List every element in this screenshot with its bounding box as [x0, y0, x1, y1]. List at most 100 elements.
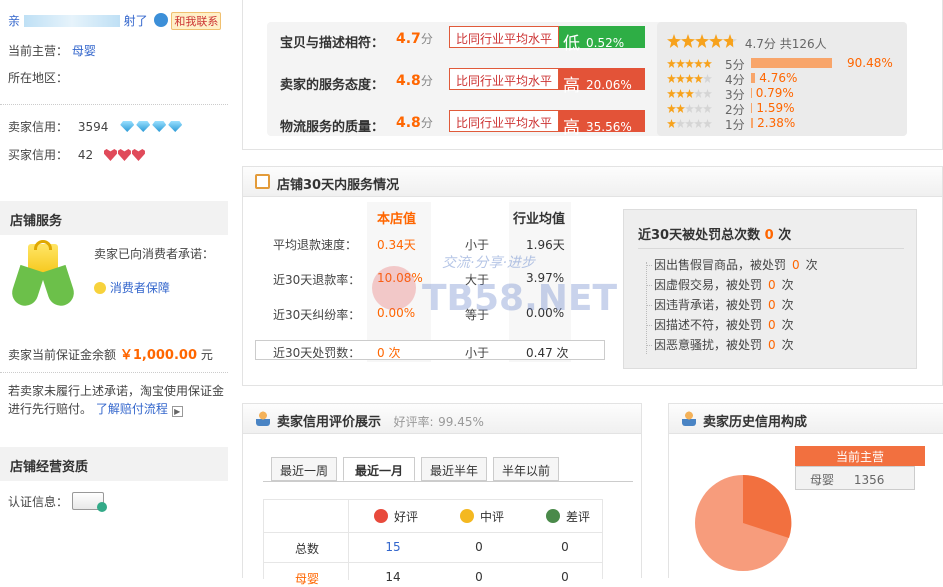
diamond-icon	[136, 121, 151, 132]
star-icon	[667, 104, 676, 113]
distribution-row: 1分 2.38%	[667, 116, 903, 132]
eval-col-header: 中评	[447, 508, 517, 525]
service-panel: 店铺30天内服务情况 本店值 行业均值 平均退款速度： 0.34天 小于 1.96天近…	[242, 166, 943, 386]
penalty-reason: 因恶意骚扰，被处罚	[654, 338, 763, 352]
diamond-icon	[152, 121, 167, 132]
penalty-count: 0	[768, 338, 776, 352]
industry-compare-value: 低 0.52%	[559, 26, 645, 54]
eval-col-header: 差评	[533, 508, 603, 525]
penalty-row: 因描述不符，被处罚 0 次	[646, 316, 794, 333]
greet-prefix: 亲	[8, 14, 21, 28]
row-stars	[667, 117, 712, 131]
rating-score-unit: 分	[420, 74, 433, 88]
penalty-count: 0	[792, 258, 800, 272]
summary-header: 4.7分 共126人	[667, 34, 827, 52]
protection-row: 消费者保障	[94, 279, 170, 296]
service-industry-value: 3.97%	[526, 271, 565, 285]
period-tab[interactable]: 最近一周	[271, 457, 337, 481]
id-card-icon[interactable]	[71, 492, 107, 512]
row-stars	[667, 87, 712, 101]
penalty-count: 0	[768, 318, 776, 332]
period-tab[interactable]: 最近半年	[421, 457, 487, 481]
penalty-unit: 次	[781, 298, 794, 312]
tree-branch	[646, 305, 652, 306]
row-line	[264, 532, 602, 533]
dist-bar	[751, 88, 752, 98]
summary-count: 共126人	[779, 37, 827, 51]
tree-line	[646, 262, 647, 354]
penalty-count: 0	[768, 298, 776, 312]
eval-col-label: 好评	[393, 510, 418, 524]
star-icon	[685, 119, 694, 128]
distribution-row: 5分 90.48%	[667, 56, 903, 72]
eval-col-label: 中评	[479, 510, 504, 524]
star-icon	[667, 34, 681, 48]
rating-label: 物流服务的质量：	[280, 120, 385, 135]
calendar-icon	[255, 174, 270, 189]
claim-process-link[interactable]: 了解赔付流程	[96, 402, 168, 416]
service-compare: 大于	[465, 273, 490, 287]
rating-row: 宝贝与描述相符： 4.7分 比同行业平均水平低 0.52%	[256, 26, 656, 54]
heart-rank-icons[interactable]	[103, 148, 145, 162]
compare-percent: 0.52%	[586, 36, 625, 50]
service-store-value: 0 次	[377, 346, 401, 360]
star-icon	[694, 104, 703, 113]
cert-row: 认证信息：	[8, 492, 107, 512]
penalty-unit: 次	[781, 318, 794, 332]
history-title: 卖家历史信用构成	[669, 404, 943, 434]
industry-col-header: 行业均值	[513, 212, 566, 227]
distribution-row: 3分 0.79%	[667, 86, 903, 102]
service-store-value: 10.08%	[377, 271, 423, 285]
summary-stars	[667, 34, 737, 51]
eval-cell-value[interactable]: 15	[363, 540, 423, 554]
star-icon	[694, 59, 703, 68]
star-icon	[676, 89, 685, 98]
current-category-badge: 当前主营	[795, 446, 925, 466]
greet-suffix: 射了	[123, 14, 148, 28]
rating-label: 宝贝与描述相符：	[280, 36, 385, 51]
history-title-text: 卖家历史信用构成	[703, 415, 808, 430]
owner-category-link[interactable]: 母婴	[72, 44, 96, 58]
rating-summary-box: 4.7分 共126人 5分 90.48% 4分 4.76% 3分 0.79% 2分 1.59%…	[657, 22, 907, 136]
period-tab[interactable]: 半年以前	[493, 457, 559, 481]
service-row-label: 近30天处罚数：	[273, 346, 361, 360]
deposit-label: 卖家当前保证金余额	[8, 348, 117, 362]
heart-icon	[131, 149, 145, 161]
consumer-protection-link[interactable]: 消费者保障	[110, 281, 170, 295]
distribution-row: 2分 1.59%	[667, 101, 903, 117]
wangwang-icon[interactable]	[153, 13, 168, 27]
period-tab[interactable]: 最近一月	[343, 457, 415, 481]
flower-yellow-icon	[459, 509, 474, 523]
eval-col-header: 好评	[361, 508, 431, 525]
bulb-icon	[94, 282, 106, 294]
service-industry-value: 0.47 次	[526, 346, 569, 360]
penalty-reason: 因出售假冒商品，被处罚	[654, 258, 787, 272]
dist-bar	[751, 118, 754, 128]
industry-compare-label: 比同行业平均水平	[449, 26, 559, 48]
diamond-rank-icons[interactable]	[118, 120, 183, 134]
star-icon	[685, 59, 694, 68]
service-store-value: 0.00%	[377, 306, 416, 320]
heart-icon	[117, 149, 131, 161]
service-compare: 等于	[465, 308, 490, 322]
rating-row: 物流服务的质量： 4.8分 比同行业平均水平高 35.56%	[256, 110, 656, 138]
compare-direction: 低	[563, 34, 580, 54]
owner-row: 当前主营： 母婴	[8, 42, 96, 59]
tree-branch	[646, 325, 652, 326]
tree-branch	[646, 345, 652, 346]
star-icon	[676, 104, 685, 113]
contact-me-button[interactable]: 和我联系	[171, 12, 222, 30]
flower-dark-icon	[545, 509, 560, 523]
deposit-value: ￥1,000.00	[119, 348, 197, 363]
star-icon	[667, 89, 676, 98]
star-icon	[685, 89, 694, 98]
service-title: 店铺30天内服务情况	[243, 167, 942, 197]
star-icon	[703, 89, 712, 98]
credit-eval-title: 卖家信用评价展示 好评率: 99.45%	[243, 404, 641, 434]
penalty-row: 因违背承诺，被处罚 0 次	[646, 296, 794, 313]
star-icon	[703, 59, 712, 68]
industry-compare-value: 高 35.56%	[559, 110, 645, 138]
rating-score: 4.7分	[396, 30, 433, 47]
eval-col-label: 差评	[565, 510, 590, 524]
rating-score-unit: 分	[420, 116, 433, 130]
